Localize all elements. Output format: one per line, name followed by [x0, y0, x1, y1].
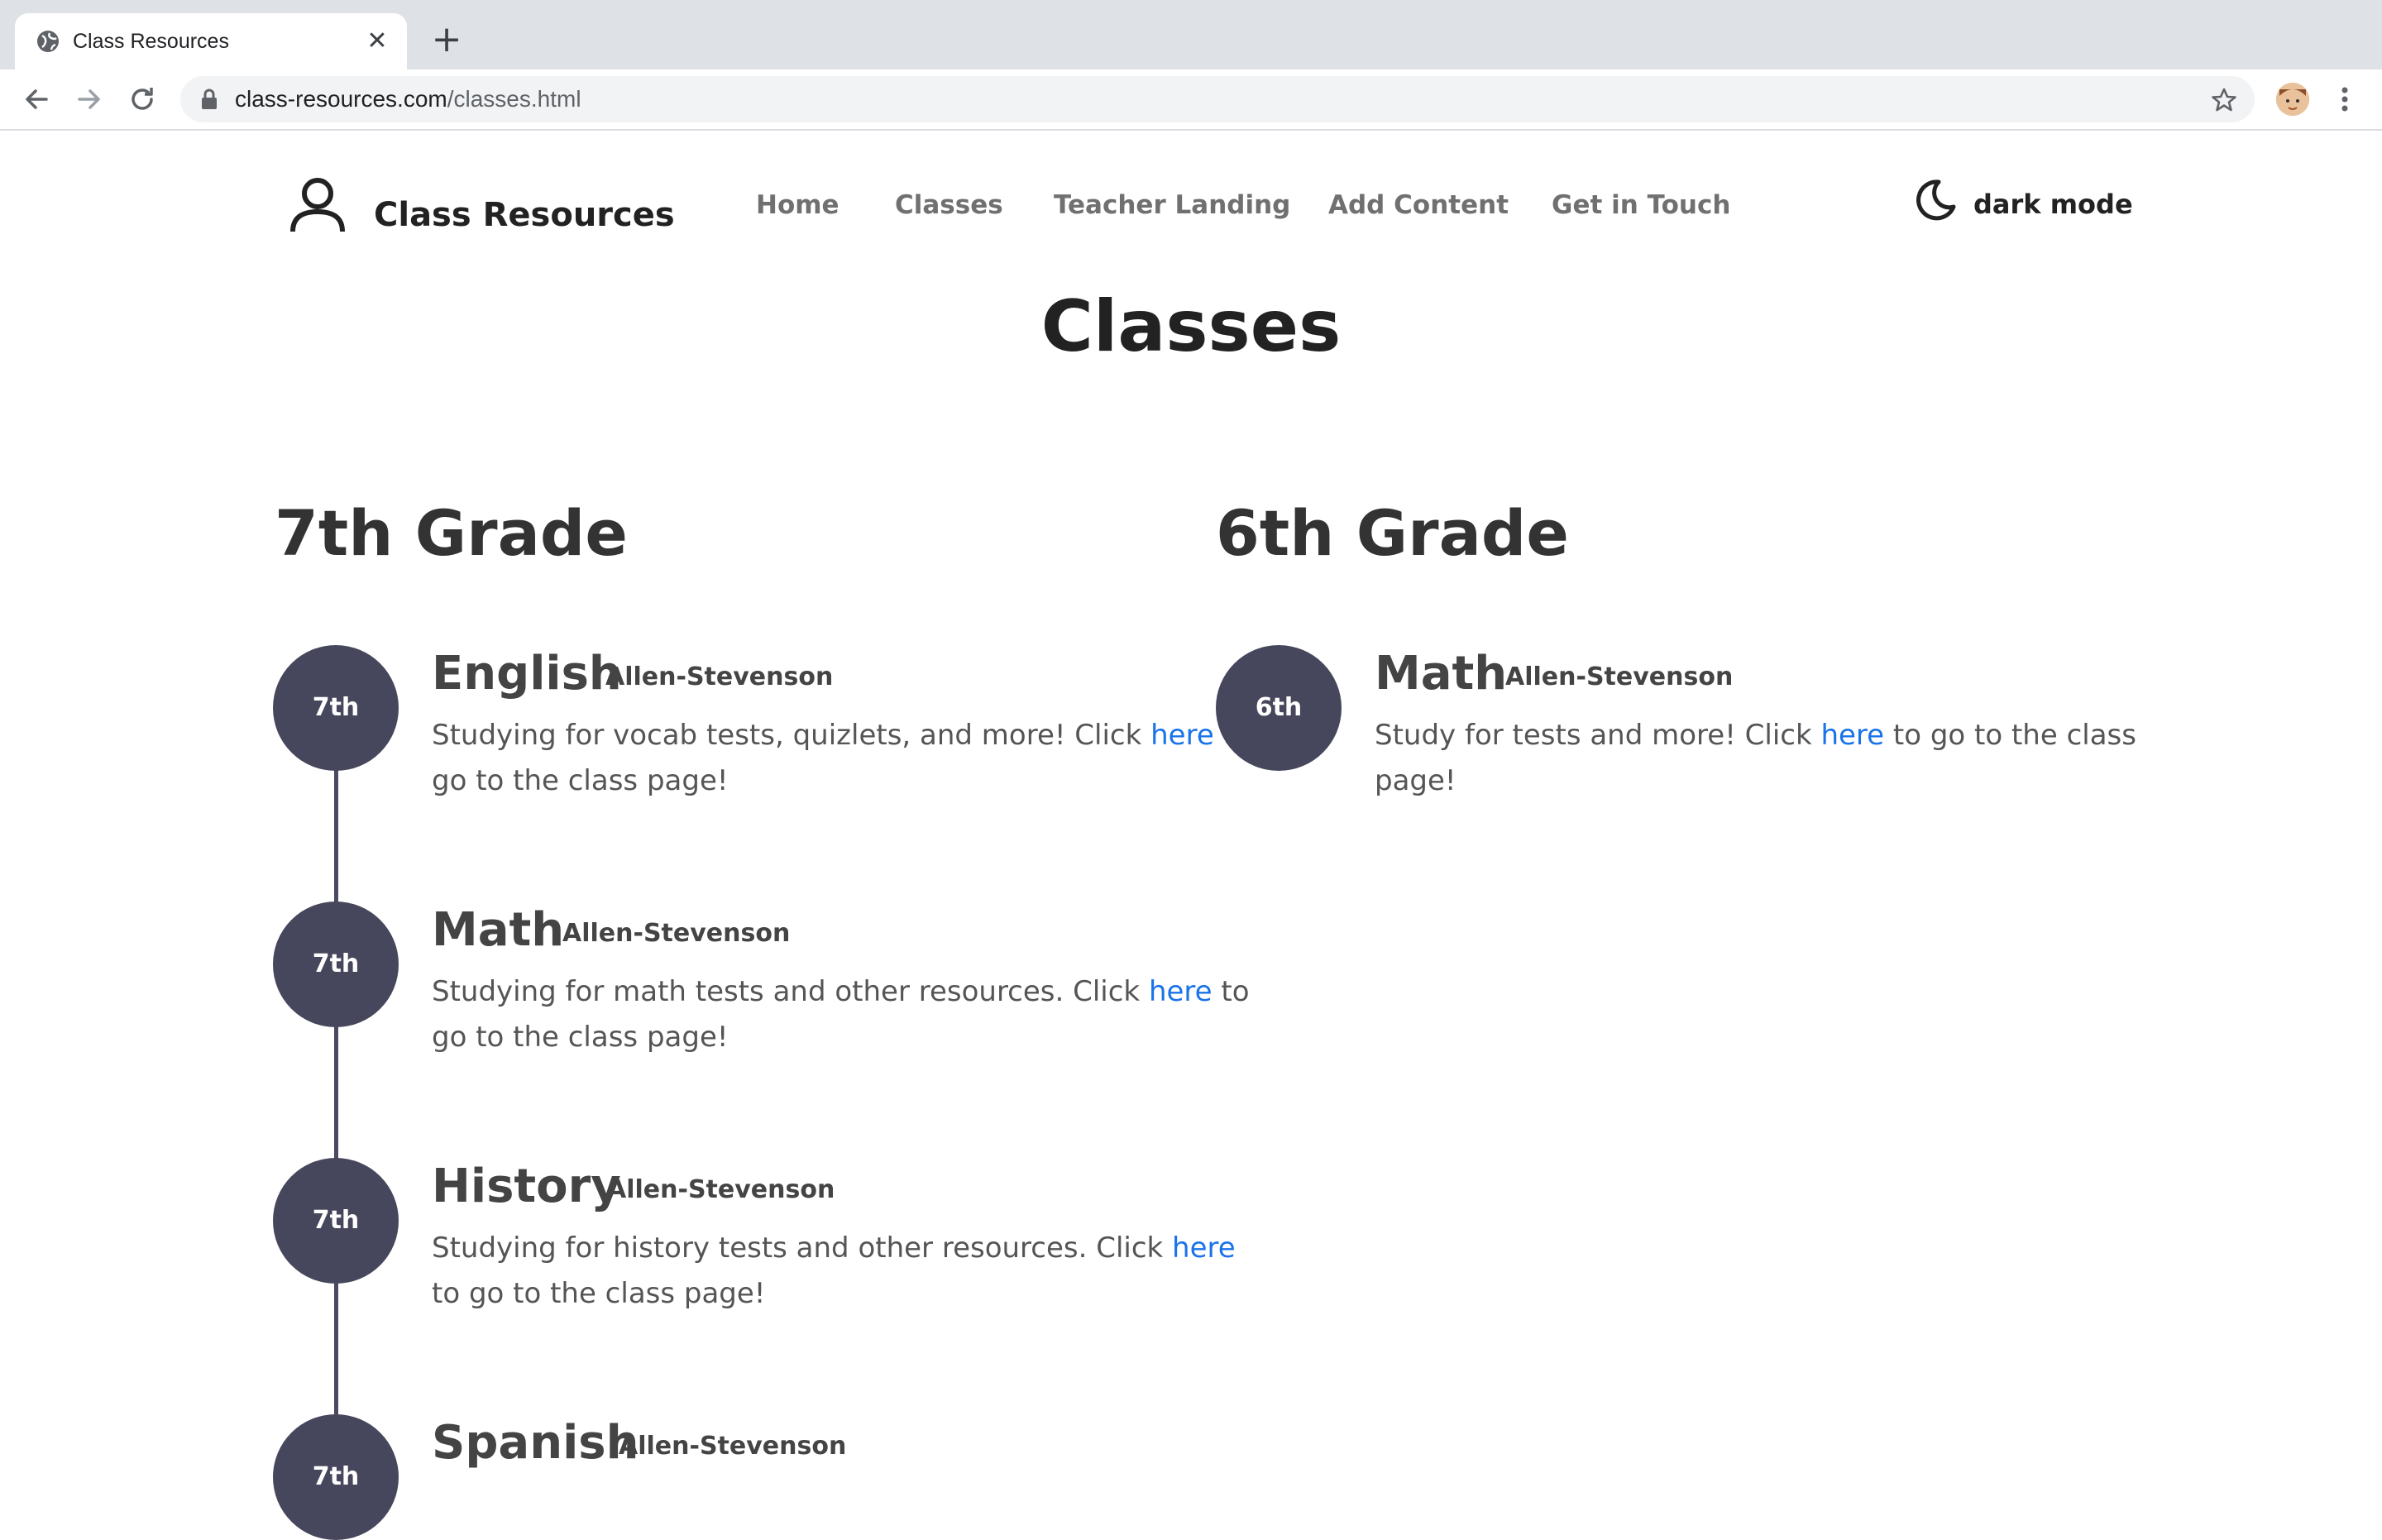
reload-icon[interactable] [126, 83, 159, 116]
class-page-link-math-6th[interactable]: here [1820, 719, 1884, 752]
timeline-line [334, 706, 338, 1489]
moon-icon[interactable] [1914, 179, 1957, 222]
course-name-spanish: Spanish [432, 1416, 639, 1470]
avatar-face-icon [2276, 83, 2309, 116]
browser-toolbar: class-resources.com/classes.html [0, 69, 2382, 131]
url-text: class-resources.com/classes.html [235, 86, 581, 112]
course-name-history: History [432, 1160, 621, 1213]
course-name-english: English [432, 647, 622, 701]
course-description: Study for tests and more! Click here to … [1375, 719, 2136, 797]
nav-add-content[interactable]: Add Content [1328, 189, 1509, 222]
new-tab-button[interactable]: + [428, 22, 465, 60]
class-page-link-english[interactable]: here [1150, 719, 1214, 752]
back-arrow-icon[interactable] [20, 83, 53, 116]
tab-title: Class Resources [73, 30, 229, 53]
teacher-name: Allen-Stevenson [605, 662, 834, 691]
teacher-name: Allen-Stevenson [619, 1432, 847, 1461]
course-name-math: Math [1375, 647, 1508, 701]
site-name[interactable]: Class Resources [374, 195, 675, 235]
grade-badge: 7th [273, 902, 399, 1027]
forward-arrow-icon[interactable] [73, 83, 106, 116]
tab-strip: Class Resources ✕ + [0, 0, 2382, 69]
globe-icon [37, 31, 59, 52]
user-icon[interactable] [288, 174, 347, 233]
course-description: Studying for history tests and other res… [432, 1232, 1236, 1310]
profile-avatar[interactable] [2276, 83, 2309, 116]
browser-tab[interactable]: Class Resources ✕ [15, 13, 407, 69]
page-title: Classes [1040, 285, 1342, 368]
nav-teacher-landing[interactable]: Teacher Landing [1054, 189, 1290, 222]
nav-get-in-touch[interactable]: Get in Touch [1552, 189, 1730, 222]
grade-badge: 7th [273, 1414, 399, 1540]
teacher-name: Allen-Stevenson [562, 919, 791, 948]
nav-home[interactable]: Home [756, 189, 839, 222]
course-description: Studying for math tests and other resour… [432, 975, 1250, 1054]
teacher-name: Allen-Stevenson [607, 1175, 835, 1204]
class-page-link-math[interactable]: here [1149, 975, 1213, 1008]
nav-classes[interactable]: Classes [895, 189, 1003, 222]
grade-heading-6th: 6th Grade [1216, 496, 1569, 570]
grade-badge: 7th [273, 1158, 399, 1284]
grade-heading-7th: 7th Grade [275, 496, 628, 570]
teacher-name: Allen-Stevenson [1505, 662, 1734, 691]
class-page-link-history[interactable]: here [1172, 1232, 1236, 1265]
course-description: Studying for vocab tests, quizlets, and … [432, 719, 1251, 797]
grade-badge: 6th [1216, 645, 1342, 771]
more-menu-icon[interactable] [2332, 83, 2357, 116]
lock-icon [202, 88, 217, 109]
address-bar[interactable]: class-resources.com/classes.html [180, 76, 2255, 122]
grade-badge: 7th [273, 645, 399, 771]
site-header: Class Resources Home Classes Teacher Lan… [0, 131, 2382, 280]
course-name-math: Math [432, 903, 565, 957]
tab-close-icon[interactable]: ✕ [362, 26, 392, 56]
bookmark-star-icon[interactable] [2210, 86, 2238, 114]
dark-mode-toggle[interactable]: dark mode [1973, 187, 2133, 222]
